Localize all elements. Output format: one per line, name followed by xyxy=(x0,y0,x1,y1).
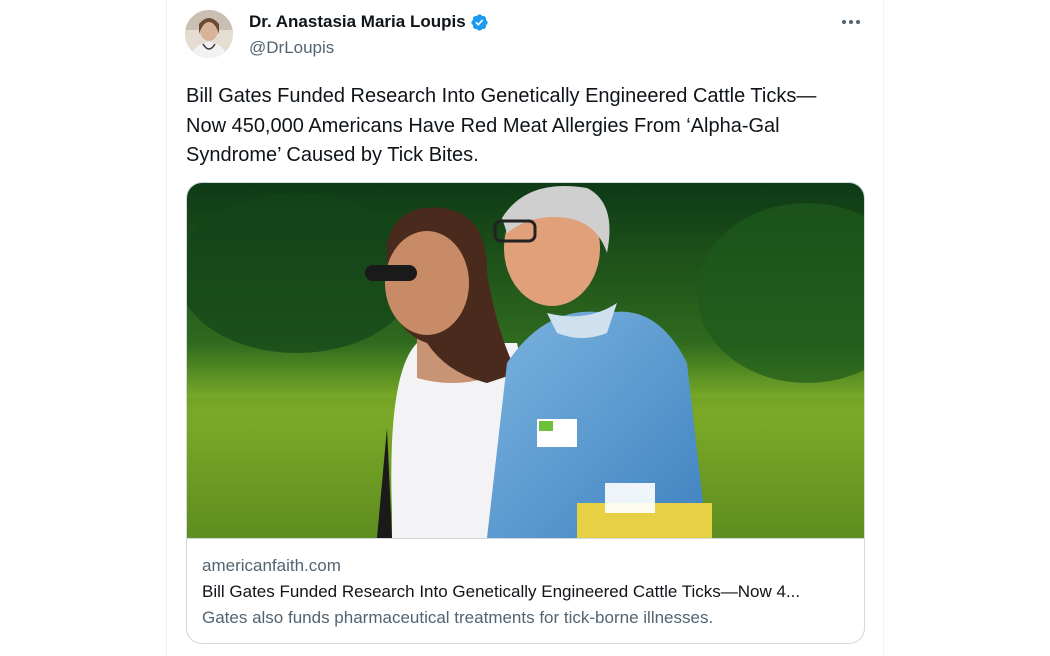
link-preview-card[interactable]: americanfaith.com Bill Gates Funded Rese… xyxy=(186,182,865,644)
tweet-text-line: Syndrome’ Caused by Tick Bites. xyxy=(186,144,479,166)
tweet-text: Bill Gates Funded Research Into Genetica… xyxy=(186,82,856,171)
author-avatar[interactable] xyxy=(185,10,233,58)
tweet-text-line: Now 450,000 Americans Have Red Meat Alle… xyxy=(186,114,780,137)
link-preview-image[interactable] xyxy=(187,183,864,538)
avatar-image xyxy=(185,10,233,58)
author-name-row: Dr. Anastasia Maria Loupis xyxy=(249,12,489,32)
tweet-text-line: Bill Gates Funded Research Into Genetica… xyxy=(186,85,817,107)
link-preview-details[interactable]: americanfaith.com Bill Gates Funded Rese… xyxy=(187,538,864,643)
author-name[interactable]: Dr. Anastasia Maria Loupis xyxy=(249,12,466,32)
link-description: Gates also funds pharmaceutical treatmen… xyxy=(202,608,714,627)
link-domain: americanfaith.com xyxy=(202,556,341,575)
verified-badge-icon[interactable] xyxy=(470,13,489,32)
more-horizontal-icon xyxy=(842,20,860,24)
author-handle[interactable]: @DrLoupis xyxy=(249,38,334,58)
more-options-button[interactable] xyxy=(839,10,863,34)
tweet-column: Dr. Anastasia Maria Loupis @DrLoupis Bil… xyxy=(166,0,884,656)
link-title: Bill Gates Funded Research Into Genetica… xyxy=(202,582,801,601)
